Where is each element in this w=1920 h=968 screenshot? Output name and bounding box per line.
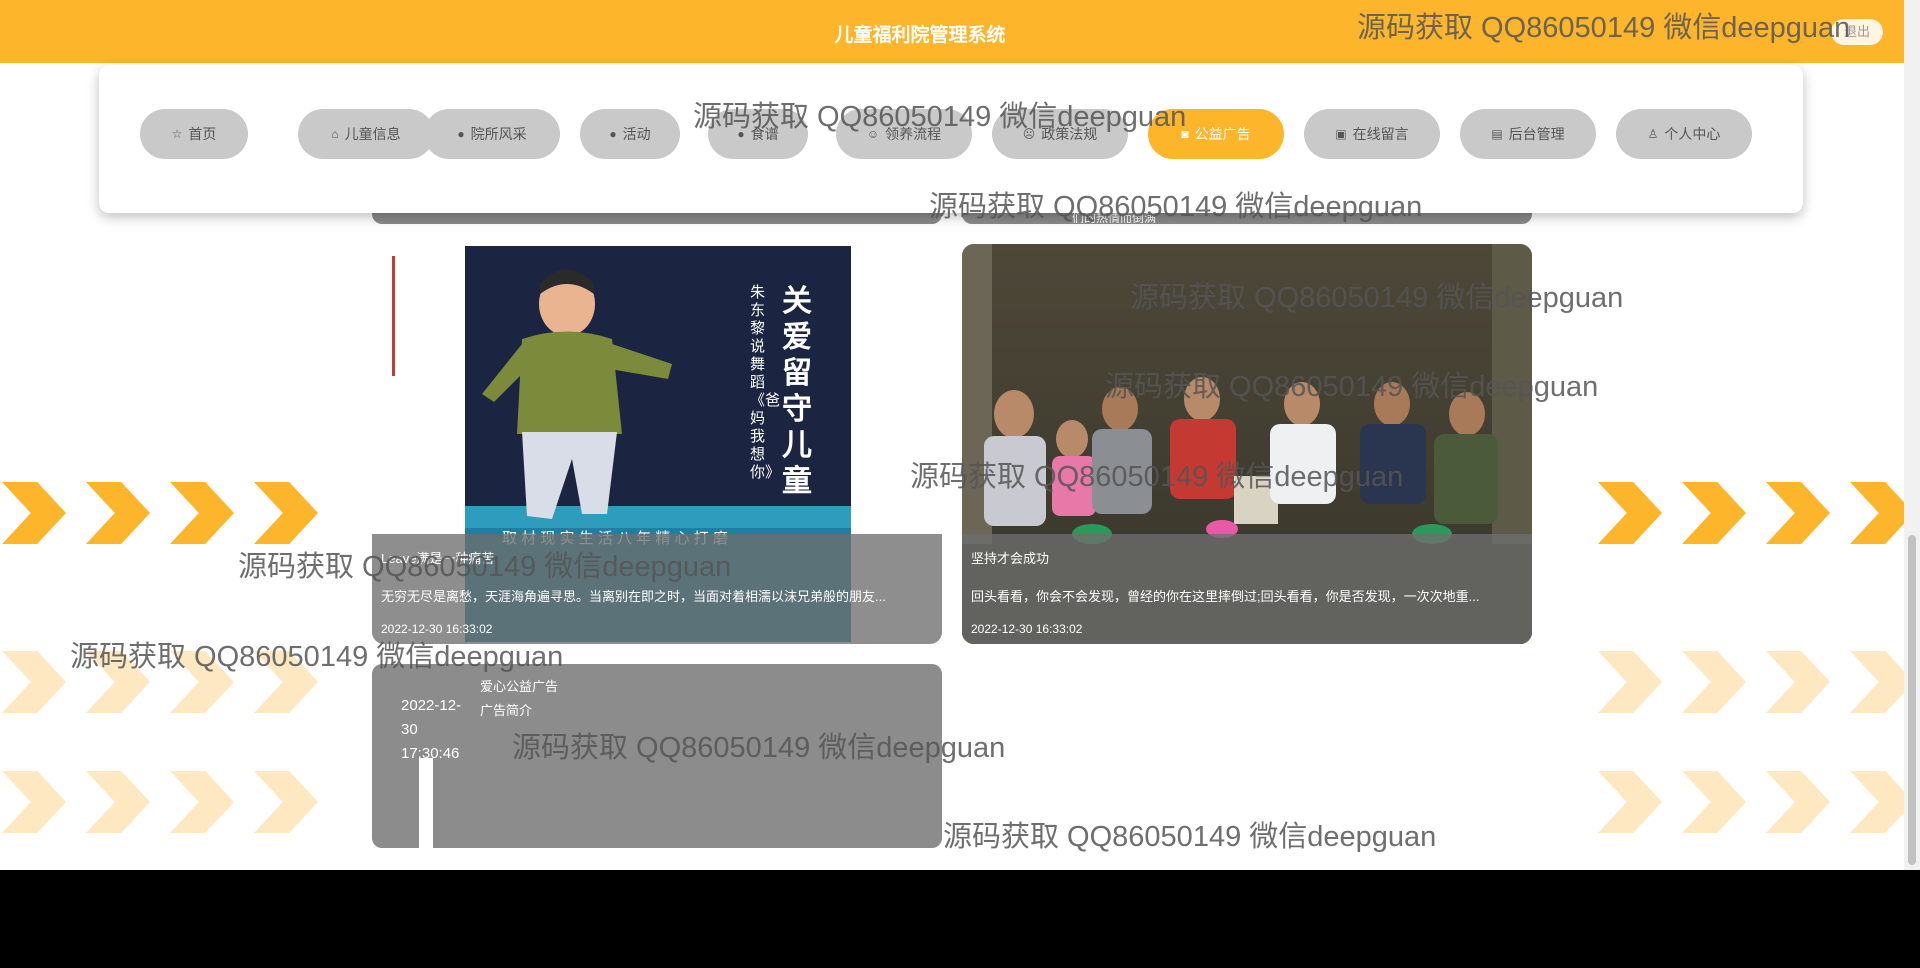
nav-item[interactable]: ● 活动: [580, 109, 680, 159]
chevron-shape: [1850, 482, 1904, 544]
chevron-shape: [170, 482, 234, 544]
chevron-shape: [86, 771, 150, 833]
chevron-shape: [1682, 482, 1746, 544]
nav-item-label: 公益广告: [1194, 126, 1251, 142]
cover-subtitle: 朱东黎说舞蹈《爸妈我想你》: [750, 284, 781, 481]
scrollbar-thumb[interactable]: [1908, 535, 1916, 865]
card-overlay: 坚持才会成功 回头看看，你会不会发现，曾经的你在这里摔倒过;回头看看，你是否发现…: [962, 534, 1532, 644]
chevron-shape: [86, 482, 150, 544]
nav-item-label: 活动: [622, 126, 651, 142]
chevron-shape: [1598, 482, 1662, 544]
chevron-shape: [1598, 771, 1662, 833]
chevron-band: [0, 771, 1904, 833]
item-title[interactable]: 爱心公益广告: [480, 676, 558, 695]
camera-icon: ◙: [1181, 127, 1189, 141]
chevron-shape: [170, 651, 234, 713]
nav-item[interactable]: ● 院所风采: [424, 109, 560, 159]
chevron-band: [0, 651, 1904, 713]
nav-item-label: 后台管理: [1508, 126, 1565, 142]
chevron-shape: [1850, 651, 1904, 713]
nav-item[interactable]: ☆ 首页: [140, 109, 248, 159]
chevron-shape: [254, 651, 318, 713]
item-divider: [419, 758, 433, 848]
nav-item-label: 政策法规: [1041, 126, 1098, 142]
chevron-shape: [1850, 771, 1904, 833]
nav-card: ☆ 首页 ⌂ 儿童信息 ● 院所风采 ● 活动 ● 食谱 ☺ 领养流程 ☹ 政策法规 ◙ 公益广告 ▣ 在线留言 ▤…: [99, 65, 1803, 213]
nav-item[interactable]: ▣ 在线留言: [1304, 109, 1440, 159]
nav-item-label: 首页: [188, 126, 217, 142]
card-title[interactable]: 坚持才会成功: [971, 548, 1049, 567]
info-icon: ●: [457, 127, 465, 141]
chevron-shape: [2, 771, 66, 833]
nav-item[interactable]: ⌂ 儿童信息: [298, 109, 434, 159]
chevron-shape: [254, 482, 318, 544]
nav-item[interactable]: ♙ 个人中心: [1616, 109, 1752, 159]
logout-button[interactable]: 退出: [1831, 19, 1883, 45]
nav-item[interactable]: ☺ 领养流程: [836, 109, 972, 159]
nav-item-label: 领养流程: [885, 126, 942, 142]
nav-item-label: 儿童信息: [344, 126, 401, 142]
chevron-shape: [170, 771, 234, 833]
chevron-band: [0, 482, 1904, 544]
card-time: 2022-12-30 16:33:02: [971, 622, 1083, 636]
ad-card[interactable]: 关爱留守儿童 朱东黎说舞蹈《爸妈我想你》 取 材 现 实 生 活 八 年 精 心…: [372, 244, 942, 644]
item-date: 2022-12-30 17:30:46: [401, 697, 462, 762]
nav-item[interactable]: ● 食谱: [708, 109, 808, 159]
card-description: 无穷无尽是离愁，天涯海角遍寻思。当离别在即之时，当面对着相濡以沫兄弟般的朋友..…: [381, 589, 886, 604]
chevron-shape: [1766, 482, 1830, 544]
nav-item[interactable]: ▤ 后台管理: [1460, 109, 1596, 159]
ad-list-item[interactable]: 2022-12-30 17:30:46 爱心公益广告 广告简介: [372, 664, 942, 848]
chevron-shape: [1682, 651, 1746, 713]
item-subtitle: 广告简介: [480, 703, 533, 718]
page: 儿童福利院管理系统 退出 们的热情而倒满 ☆ 首页 ⌂ 儿童信息 ● 院所风采 ● 活动 ● 食谱…: [0, 0, 1904, 870]
chevron-shape: [2, 482, 66, 544]
user-icon: ♙: [1647, 127, 1659, 141]
nav-item-label: 在线留言: [1352, 126, 1409, 142]
bag-icon: ⌂: [331, 127, 339, 141]
bus-icon: ▣: [1335, 127, 1347, 141]
partial-text: 们的热情而倒满: [1072, 213, 1157, 223]
card-description: 回头看看，你会不会发现，曾经的你在这里摔倒过;回头看看，你是否发现，一次次地重.…: [971, 589, 1480, 604]
ad-card[interactable]: 坚持才会成功 回头看看，你会不会发现，曾经的你在这里摔倒过;回头看看，你是否发现…: [962, 244, 1532, 644]
chevron-shape: [1682, 771, 1746, 833]
chevron-shape: [86, 651, 150, 713]
info-icon: ●: [737, 127, 745, 141]
chevron-shape: [1598, 651, 1662, 713]
star-icon: ☆: [171, 127, 183, 141]
chevron-shape: [1766, 771, 1830, 833]
scrollbar-track[interactable]: [1904, 0, 1920, 870]
header-bar: 儿童福利院管理系统 退出: [0, 0, 1904, 63]
card-overlay: Leave满是一种痛苦 无穷无尽是离愁，天涯海角遍寻思。当离别在即之时，当面对着…: [372, 534, 942, 644]
help-icon: ●: [609, 127, 617, 141]
nav-item-label: 院所风采: [470, 126, 527, 142]
cover-title: 关爱留守儿童: [782, 285, 812, 498]
site-title: 儿童福利院管理系统: [834, 25, 1006, 46]
nav-item-label: 食谱: [750, 126, 779, 142]
chevron-shape: [1766, 651, 1830, 713]
nav-item[interactable]: ◙ 公益广告: [1148, 109, 1284, 159]
chevron-shape: [2, 651, 66, 713]
nav-item-label: 个人中心: [1664, 126, 1721, 142]
chevron-shape: [254, 771, 318, 833]
card-time: 2022-12-30 16:33:02: [381, 622, 493, 636]
nav-item[interactable]: ☹ 政策法规: [992, 109, 1128, 159]
smile-icon: ☺: [866, 127, 880, 141]
frown-icon: ☹: [1022, 127, 1036, 141]
card-title[interactable]: Leave满是一种痛苦: [381, 548, 494, 567]
briefcase-icon: ▤: [1491, 127, 1503, 141]
